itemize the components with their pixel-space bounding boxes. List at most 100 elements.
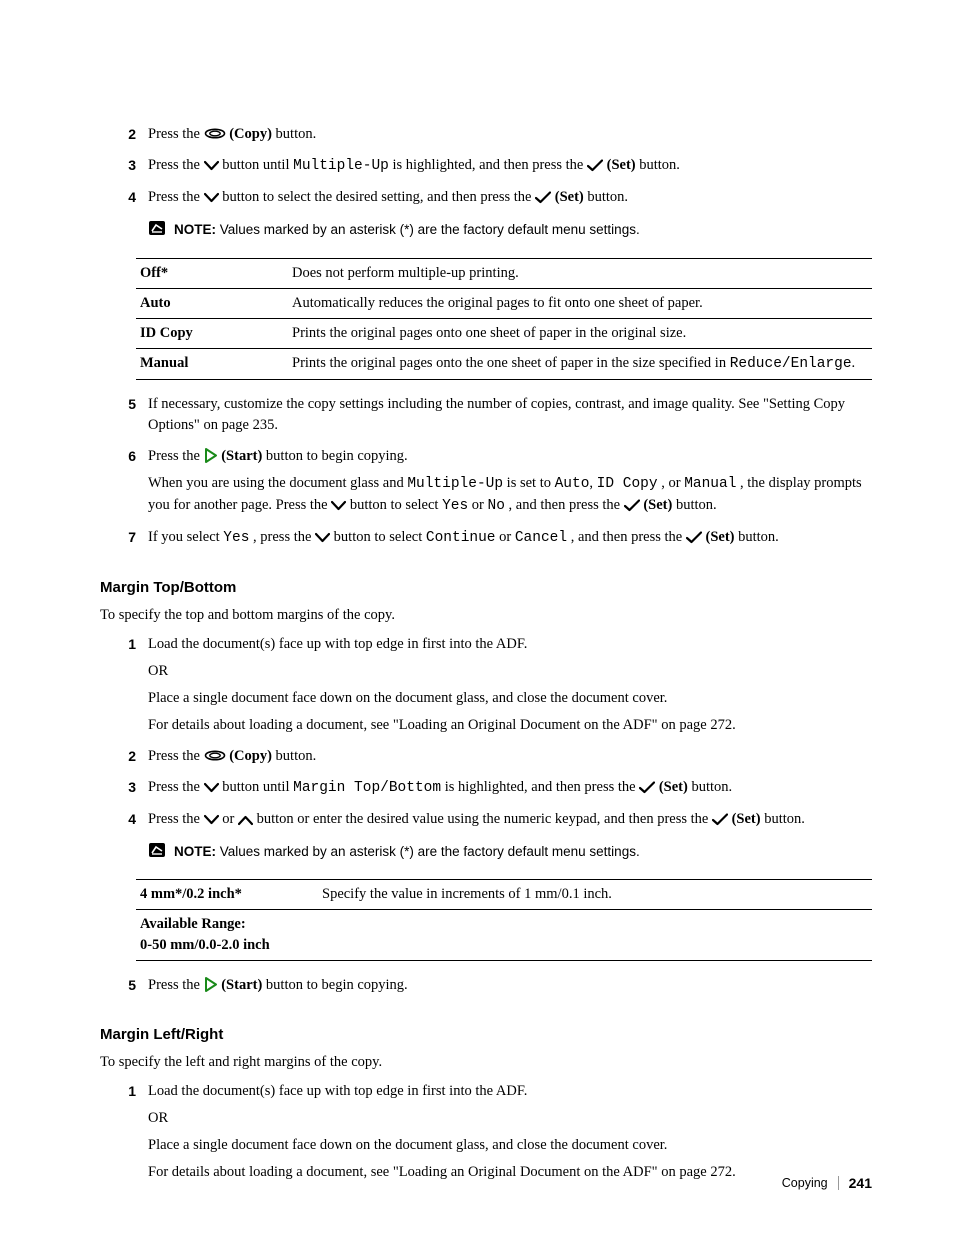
option-key: 4 mm*/0.2 inch* — [136, 880, 318, 910]
text: Place a single document face down on the… — [148, 1135, 872, 1156]
option-key: Auto — [136, 288, 288, 318]
step-number: 3 — [100, 155, 148, 183]
step-number: 3 — [100, 777, 148, 805]
text: Press the — [148, 811, 204, 827]
text: or — [499, 529, 515, 545]
option-value: Prints the original pages onto the one s… — [288, 348, 872, 379]
step-1: 1 Load the document(s) face up with top … — [100, 634, 872, 742]
button-label: (Start) — [221, 977, 262, 993]
page-number: 241 — [849, 1173, 872, 1193]
footer-section: Copying — [782, 1174, 828, 1192]
step-1: 1 Load the document(s) face up with top … — [100, 1081, 872, 1189]
text: button. — [276, 748, 317, 764]
text: is set to — [507, 475, 555, 491]
step-number: 7 — [100, 527, 148, 555]
text: button to begin copying. — [266, 977, 408, 993]
chevron-down-icon — [204, 814, 219, 826]
note-text: Values marked by an asterisk (*) are the… — [216, 844, 640, 859]
code: Yes — [442, 498, 468, 514]
text: button to select — [334, 529, 426, 545]
text: , press the — [253, 529, 315, 545]
check-icon — [639, 781, 655, 794]
text: , or — [661, 475, 684, 491]
note-icon — [148, 220, 166, 236]
heading-margin-left-right: Margin Left/Right — [100, 1024, 872, 1046]
button-label: (Set) — [732, 811, 761, 827]
option-key: Manual — [136, 348, 288, 379]
page-footer: Copying 241 — [782, 1173, 872, 1193]
step-5: 5 Press the (Start) button to begin copy… — [100, 975, 872, 1002]
chevron-up-icon — [238, 814, 253, 826]
text: Load the document(s) face up with top ed… — [148, 634, 872, 655]
text: Press the — [148, 126, 204, 142]
check-icon — [712, 813, 728, 826]
heading-margin-top-bottom: Margin Top/Bottom — [100, 577, 872, 599]
lead-text: To specify the left and right margins of… — [100, 1052, 872, 1073]
options-table: Off* Does not perform multiple-up printi… — [136, 258, 872, 380]
check-icon — [686, 531, 702, 544]
text: Press the — [148, 157, 204, 173]
table-row: Off* Does not perform multiple-up printi… — [136, 258, 872, 288]
code: Auto — [555, 476, 590, 492]
text: If you select — [148, 529, 223, 545]
chevron-down-icon — [204, 192, 219, 204]
code: Multiple-Up — [407, 476, 503, 492]
step-2: 2 Press the (Copy) button. — [100, 124, 872, 151]
chevron-down-icon — [315, 532, 330, 544]
option-value: Automatically reduces the original pages… — [288, 288, 872, 318]
code: Manual — [684, 476, 736, 492]
copy-icon — [204, 126, 226, 141]
note-label: NOTE: — [174, 844, 216, 859]
button-label: (Set) — [555, 189, 584, 205]
text: For details about loading a document, se… — [148, 1162, 872, 1183]
text: Press the — [148, 977, 204, 993]
note-text: Values marked by an asterisk (*) are the… — [216, 222, 640, 237]
step-number: 1 — [100, 1081, 148, 1189]
button-label: (Set) — [706, 529, 735, 545]
text: button. — [587, 189, 628, 205]
button-label: (Set) — [643, 497, 672, 513]
text: button or enter the desired value using … — [257, 811, 712, 827]
note-label: NOTE: — [174, 222, 216, 237]
table-row: 4 mm*/0.2 inch* Specify the value in inc… — [136, 880, 872, 910]
step-number: 2 — [100, 746, 148, 773]
lead-text: To specify the top and bottom margins of… — [100, 605, 872, 626]
text: button until — [222, 779, 293, 795]
step-number: 1 — [100, 634, 148, 742]
note: NOTE: Values marked by an asterisk (*) a… — [148, 842, 872, 862]
code: ID Copy — [597, 476, 658, 492]
option-value: Does not perform multiple-up printing. — [288, 258, 872, 288]
code: Yes — [223, 530, 249, 546]
step-5: 5 If necessary, customize the copy setti… — [100, 394, 872, 442]
table-row: ID Copy Prints the original pages onto o… — [136, 318, 872, 348]
options-table-2: 4 mm*/0.2 inch* Specify the value in inc… — [136, 879, 872, 961]
chevron-down-icon — [204, 782, 219, 794]
step-number: 6 — [100, 446, 148, 523]
start-icon — [204, 448, 218, 463]
note-icon — [148, 842, 166, 858]
text: Load the document(s) face up with top ed… — [148, 1081, 872, 1102]
chevron-down-icon — [204, 160, 219, 172]
code: No — [488, 498, 505, 514]
text: , and then press the — [509, 497, 624, 513]
option-key: Off* — [136, 258, 288, 288]
button-label: (Copy) — [229, 748, 272, 764]
step-7: 7 If you select Yes , press the button t… — [100, 527, 872, 555]
button-label: (Copy) — [229, 126, 272, 142]
text: button. — [738, 529, 779, 545]
text: button to select the desired setting, an… — [222, 189, 535, 205]
text: OR — [148, 1108, 872, 1129]
step-number: 4 — [100, 187, 148, 214]
text: , and then press the — [571, 529, 686, 545]
chevron-down-icon — [331, 500, 346, 512]
check-icon — [624, 499, 640, 512]
page: 2 Press the (Copy) button. 3 Press the b… — [0, 0, 954, 1235]
step-4: 4 Press the button to select the desired… — [100, 187, 872, 214]
button-label: (Start) — [221, 448, 262, 464]
text: If necessary, customize the copy setting… — [148, 394, 872, 436]
text: button to begin copying. — [266, 448, 408, 464]
text: button until — [222, 157, 293, 173]
step-number: 2 — [100, 124, 148, 151]
text: button. — [276, 126, 317, 142]
text: Press the — [148, 748, 204, 764]
